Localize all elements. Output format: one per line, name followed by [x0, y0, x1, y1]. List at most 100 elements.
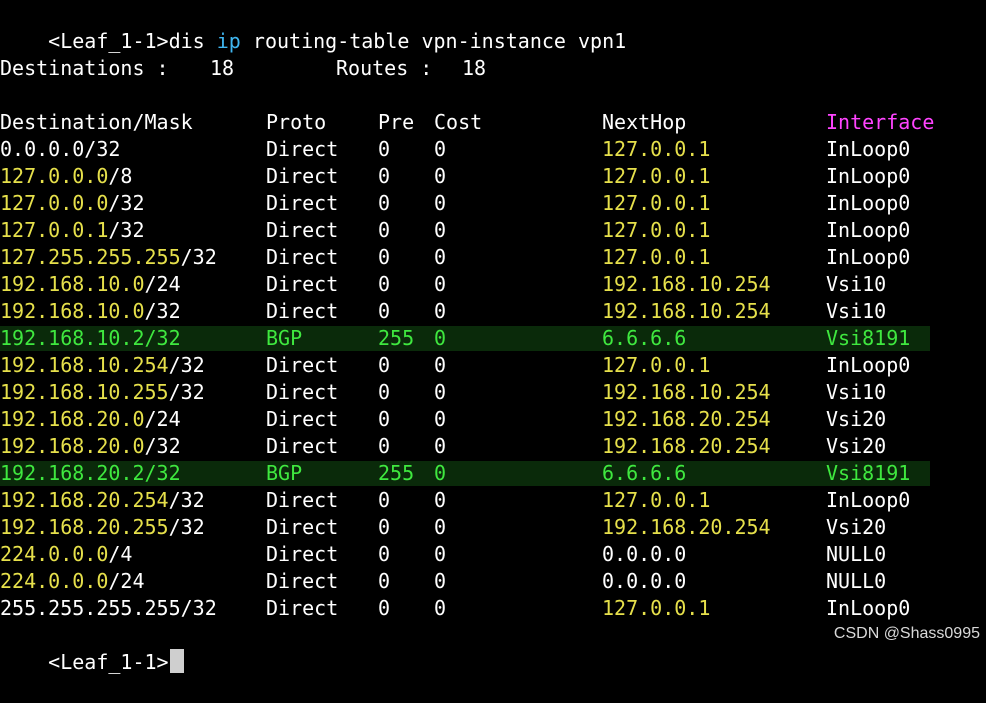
cell-pre: 0	[378, 218, 391, 242]
cell-proto: Direct	[266, 353, 339, 377]
cell-proto: Direct	[266, 542, 339, 566]
cell-interface: InLoop0	[826, 596, 911, 620]
destination-address: 192.168.20.0	[0, 407, 145, 431]
cell-cost: 0	[434, 488, 447, 512]
route-summary: Destinations : 18 Routes : 18	[0, 55, 486, 82]
routes-count: 18	[462, 56, 487, 80]
destination-mask: /32	[180, 596, 217, 620]
destination-address: 0.0.0.0	[0, 137, 85, 161]
terminal-window[interactable]: <Leaf_1-1>dis ip routing-table vpn-insta…	[0, 0, 986, 674]
destination-address: 192.168.10.0	[0, 299, 145, 323]
cell-cost: 0	[434, 515, 447, 539]
destination-mask: /32	[144, 326, 181, 350]
cell-cost: 0	[434, 326, 447, 350]
cell-nexthop: 127.0.0.1	[602, 596, 711, 620]
cell-nexthop: 127.0.0.1	[602, 137, 711, 161]
cell-destination: 224.0.0.0/4	[0, 541, 132, 568]
watermark: CSDN @Shass0995	[833, 625, 980, 642]
cell-nexthop: 0.0.0.0	[602, 569, 687, 593]
destination-address: 192.168.20.2	[0, 461, 145, 485]
cell-nexthop: 127.0.0.1	[602, 353, 711, 377]
header-pre: Pre	[378, 110, 415, 134]
cell-pre: 0	[378, 272, 391, 296]
cell-proto: Direct	[266, 218, 339, 242]
destination-address: 127.0.0.1	[0, 218, 109, 242]
cell-interface: NULL0	[826, 542, 887, 566]
routes-label: Routes :	[336, 56, 445, 80]
cell-nexthop: 6.6.6.6	[602, 326, 687, 350]
cell-proto: Direct	[266, 191, 339, 215]
cell-cost: 0	[434, 380, 447, 404]
destination-address: 224.0.0.0	[0, 542, 109, 566]
cell-destination: 192.168.20.0/24	[0, 406, 181, 433]
cell-interface: InLoop0	[826, 191, 911, 215]
cell-nexthop: 127.0.0.1	[602, 164, 711, 188]
cell-pre: 255	[378, 326, 415, 350]
cell-nexthop: 6.6.6.6	[602, 461, 687, 485]
destination-mask: /32	[144, 461, 181, 485]
header-nexthop: NextHop	[602, 110, 687, 134]
table-header: Destination/Mask Proto Pre Cost NextHop …	[0, 109, 934, 136]
destination-mask: /32	[168, 380, 205, 404]
destination-address: 192.168.10.254	[0, 353, 169, 377]
command-line: <Leaf_1-1>dis ip routing-table vpn-insta…	[0, 1, 626, 53]
cell-pre: 0	[378, 353, 391, 377]
header-interface: Interface	[826, 110, 935, 134]
destination-mask: /32	[144, 434, 181, 458]
cell-cost: 0	[434, 164, 447, 188]
cell-destination: 192.168.20.255/32	[0, 514, 205, 541]
command-prompt: <Leaf_1-1>	[48, 29, 169, 53]
cell-cost: 0	[434, 569, 447, 593]
destination-mask: /24	[108, 569, 145, 593]
cell-pre: 0	[378, 542, 391, 566]
cell-proto: Direct	[266, 596, 339, 620]
cell-destination: 192.168.10.0/24	[0, 271, 181, 298]
destination-mask: /32	[84, 137, 121, 161]
cell-interface: Vsi20	[826, 434, 887, 458]
cell-interface: NULL0	[826, 569, 887, 593]
cell-pre: 0	[378, 191, 391, 215]
cell-proto: Direct	[266, 245, 339, 269]
cell-destination: 127.0.0.0/8	[0, 163, 132, 190]
cell-cost: 0	[434, 245, 447, 269]
cell-interface: Vsi8191	[826, 326, 911, 350]
cell-cost: 0	[434, 137, 447, 161]
cell-destination: 192.168.10.2/32	[0, 325, 181, 352]
destination-mask: /32	[168, 353, 205, 377]
header-proto: Proto	[266, 110, 327, 134]
destination-mask: /32	[108, 218, 145, 242]
cell-proto: BGP	[266, 326, 303, 350]
cell-interface: InLoop0	[826, 164, 911, 188]
cell-pre: 0	[378, 299, 391, 323]
cell-interface: InLoop0	[826, 218, 911, 242]
cell-pre: 0	[378, 164, 391, 188]
destination-mask: /24	[144, 407, 181, 431]
cell-pre: 0	[378, 569, 391, 593]
destination-mask: /4	[108, 542, 133, 566]
cell-pre: 0	[378, 380, 391, 404]
final-prompt: <Leaf_1-1>	[48, 650, 169, 674]
cell-interface: Vsi8191	[826, 461, 911, 485]
text-cursor	[169, 649, 184, 673]
final-prompt-line[interactable]: <Leaf_1-1>	[0, 622, 184, 674]
cell-cost: 0	[434, 461, 447, 485]
cell-cost: 0	[434, 299, 447, 323]
cell-interface: Vsi10	[826, 272, 887, 296]
cell-nexthop: 192.168.20.254	[602, 515, 771, 539]
cell-proto: Direct	[266, 407, 339, 431]
destination-address: 192.168.10.255	[0, 380, 169, 404]
cell-cost: 0	[434, 272, 447, 296]
cell-pre: 0	[378, 596, 391, 620]
cell-proto: BGP	[266, 461, 303, 485]
cell-interface: Vsi10	[826, 299, 887, 323]
cell-destination: 127.0.0.0/32	[0, 190, 145, 217]
cell-destination: 127.0.0.1/32	[0, 217, 145, 244]
cell-cost: 0	[434, 191, 447, 215]
destination-mask: /32	[180, 245, 217, 269]
cell-interface: Vsi20	[826, 515, 887, 539]
cell-proto: Direct	[266, 434, 339, 458]
cell-proto: Direct	[266, 137, 339, 161]
cell-pre: 0	[378, 245, 391, 269]
destination-address: 192.168.20.254	[0, 488, 169, 512]
cell-cost: 0	[434, 596, 447, 620]
